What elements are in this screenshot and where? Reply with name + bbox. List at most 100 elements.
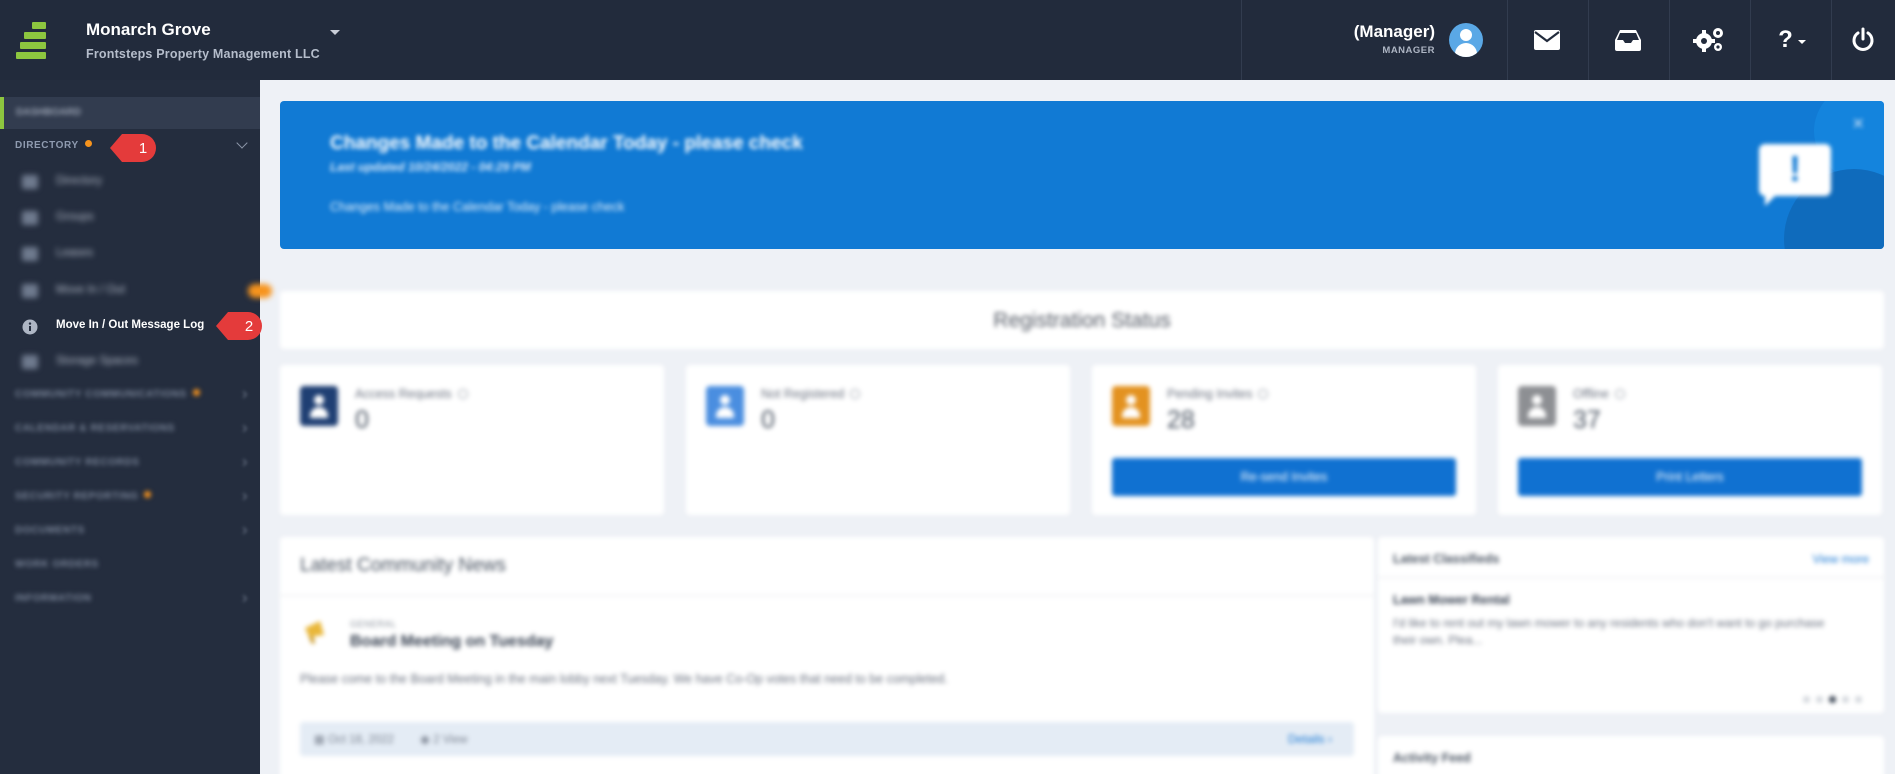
view-more-link[interactable]: View more xyxy=(1813,552,1869,566)
chevron-right-icon[interactable] xyxy=(239,390,248,399)
sidebar-item-label: Storage Spaces xyxy=(56,355,138,367)
stat-card-not-registered[interactable]: Not Registered 0 xyxy=(686,365,1070,515)
news-footer: ▦ Oct 18, 2022 ◉ 2 View Details › xyxy=(300,722,1354,756)
sidebar-item-label: Move In / Out Message Log xyxy=(56,319,205,331)
divider xyxy=(1241,0,1242,80)
announcement-banner: × Changes Made to the Calendar Today - p… xyxy=(280,101,1884,249)
stat-card-pending-invites[interactable]: Pending Invites 28 Re-send Invites xyxy=(1092,365,1476,515)
banner-updated: Last updated 10/24/2022 - 04:29 PM xyxy=(330,160,531,174)
chevron-right-icon[interactable] xyxy=(239,526,248,535)
help-circle-icon xyxy=(457,389,468,399)
stat-card-offline[interactable]: Offline 37 Print Letters xyxy=(1498,365,1882,515)
chevron-down-icon[interactable] xyxy=(236,137,248,149)
sidebar-section-calendar[interactable]: CALENDAR & RESERVATIONS xyxy=(15,423,175,434)
storage-icon xyxy=(22,355,38,369)
megaphone-icon xyxy=(302,619,330,645)
step-callout-1: 1 xyxy=(110,134,156,162)
divider xyxy=(1831,0,1832,80)
sidebar-item-groups[interactable]: Groups xyxy=(22,208,252,228)
divider xyxy=(1507,0,1508,80)
sidebar-section-label: INFORMATION xyxy=(15,593,92,604)
print-letters-button[interactable]: Print Letters xyxy=(1518,458,1862,496)
news-views: ◉ 2 View xyxy=(420,734,468,746)
user-icon xyxy=(300,386,338,426)
notification-dot xyxy=(192,389,200,396)
stat-card-access-requests[interactable]: Access Requests 0 xyxy=(280,365,664,515)
banner-title: Changes Made to the Calendar Today - ple… xyxy=(330,133,803,154)
stat-value: 0 xyxy=(355,406,369,434)
inbox-icon[interactable] xyxy=(1612,24,1644,56)
sidebar-item-storage-spaces[interactable]: Storage Spaces xyxy=(22,352,252,372)
org-name: Monarch Grove xyxy=(86,20,211,39)
stat-label: Not Registered xyxy=(761,387,861,401)
classified-body: I'd like to rent out my lawn mower to an… xyxy=(1393,616,1825,647)
section-title: Activity Feed xyxy=(1393,751,1471,765)
directory-icon xyxy=(22,175,38,189)
help-circle-icon xyxy=(850,389,861,399)
sidebar-section-documents[interactable]: DOCUMENTS xyxy=(15,525,85,536)
sidebar: DASHBOARD DIRECTORY Directory Groups Lea… xyxy=(0,80,272,774)
mail-icon[interactable] xyxy=(1531,24,1563,56)
sidebar-item-label: Leases xyxy=(56,247,94,259)
stat-label: Offline xyxy=(1573,387,1625,401)
sidebar-section-information[interactable]: INFORMATION xyxy=(15,593,91,604)
sidebar-section-label: DOCUMENTS xyxy=(15,525,85,536)
sidebar-item-dashboard[interactable]: DASHBOARD xyxy=(0,97,260,129)
close-icon[interactable]: × xyxy=(1852,113,1864,136)
sidebar-item-directory[interactable]: Directory xyxy=(22,172,252,192)
user-icon xyxy=(706,386,744,426)
sidebar-item-move-in-out[interactable]: Move In / Out xyxy=(22,281,272,301)
news-category: GENERAL xyxy=(350,619,397,629)
org-switcher[interactable]: Monarch Grove Frontsteps Property Manage… xyxy=(86,20,320,61)
caret-down-icon[interactable] xyxy=(330,30,340,35)
sidebar-section-directory[interactable]: DIRECTORY xyxy=(15,140,92,151)
sidebar-section-label: CALENDAR & RESERVATIONS xyxy=(15,423,175,434)
chevron-right-icon[interactable] xyxy=(239,594,248,603)
calendar-icon: ▦ xyxy=(314,734,329,746)
news-body: Please come to the Board Meeting in the … xyxy=(300,672,948,686)
sidebar-item-label: Move In / Out xyxy=(56,284,126,296)
latest-news-card: Latest Community News GENERAL Board Meet… xyxy=(280,537,1374,774)
user-name: (Manager) xyxy=(1353,22,1435,41)
sidebar-item-label: Groups xyxy=(56,211,94,223)
eye-icon: ◉ xyxy=(420,734,434,746)
sidebar-item-label: DASHBOARD xyxy=(16,107,81,118)
frontsteps-logo-icon[interactable] xyxy=(16,22,48,59)
sidebar-section-community-records[interactable]: COMMUNITY RECORDS xyxy=(15,457,139,468)
help-icon[interactable]: ? xyxy=(1770,24,1814,56)
news-date: ▦ Oct 18, 2022 xyxy=(314,734,394,746)
carousel-dots[interactable] xyxy=(1797,690,1862,708)
section-title: Latest Community News xyxy=(300,555,506,576)
stat-label: Pending Invites xyxy=(1167,387,1269,401)
sidebar-section-label: DIRECTORY xyxy=(15,140,79,151)
user-icon xyxy=(1112,386,1150,426)
sidebar-section-work-orders[interactable]: WORK ORDERS xyxy=(15,559,99,570)
notification-dot xyxy=(144,491,152,498)
sidebar-item-leases[interactable]: Leases xyxy=(22,244,252,264)
alert-speech-bubble-icon: ! xyxy=(1759,144,1831,206)
classified-title[interactable]: Lawn Mower Rental xyxy=(1393,593,1510,607)
power-icon[interactable] xyxy=(1847,24,1879,56)
help-circle-icon xyxy=(1258,389,1269,399)
avatar[interactable] xyxy=(1449,23,1483,57)
banner-body: Changes Made to the Calendar Today - ple… xyxy=(330,200,625,214)
main-content: × Changes Made to the Calendar Today - p… xyxy=(260,80,1895,774)
chevron-right-icon[interactable] xyxy=(239,458,248,467)
info-icon xyxy=(22,319,38,335)
user-menu[interactable]: (Manager) MANAGER xyxy=(1354,22,1435,56)
latest-classifieds-card: Latest Classifieds View more Lawn Mower … xyxy=(1378,537,1884,713)
stat-value: 37 xyxy=(1573,406,1601,434)
chevron-right-icon[interactable] xyxy=(239,492,248,501)
sidebar-section-security-reporting[interactable]: SECURITY REPORTING xyxy=(15,491,152,502)
resend-invites-button[interactable]: Re-send Invites xyxy=(1112,458,1456,496)
sidebar-section-community-communications[interactable]: COMMUNITY COMMUNICATIONS xyxy=(15,389,200,400)
chevron-right-icon[interactable] xyxy=(239,424,248,433)
details-link[interactable]: Details › xyxy=(1288,732,1332,746)
sidebar-section-label: COMMUNITY RECORDS xyxy=(15,457,140,468)
news-title[interactable]: Board Meeting on Tuesday xyxy=(350,633,553,651)
sidebar-section-label: COMMUNITY COMMUNICATIONS xyxy=(15,389,187,400)
sidebar-section-label: SECURITY REPORTING xyxy=(15,491,139,502)
settings-icon[interactable] xyxy=(1693,24,1725,56)
divider xyxy=(1669,0,1670,80)
sidebar-section-label: WORK ORDERS xyxy=(15,559,99,570)
